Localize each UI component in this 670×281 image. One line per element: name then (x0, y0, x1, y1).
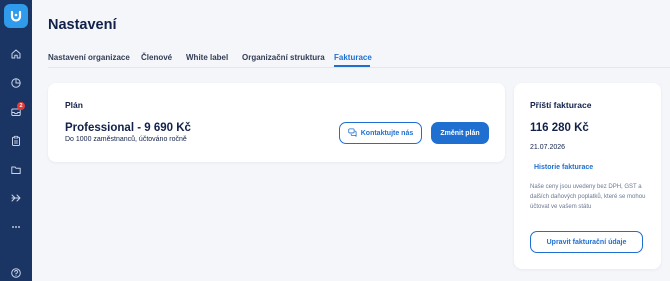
next-billing-amount: 116 280 Kč (530, 122, 589, 134)
tab-organization-settings[interactable]: Nastavení organizace (48, 53, 130, 62)
more-icon[interactable] (9, 220, 23, 234)
tab-members[interactable]: Členové (141, 53, 172, 62)
tab-white-label[interactable]: White label (186, 53, 228, 62)
tab-org-structure[interactable]: Organizační struktura (242, 53, 325, 62)
plan-section-label: Plán (65, 100, 83, 110)
edit-billing-details-button[interactable]: Upravit fakturační údaje (530, 231, 643, 253)
tab-billing[interactable]: Fakturace (334, 53, 372, 62)
contact-us-button[interactable]: Kontaktujte nás (339, 122, 422, 144)
contact-us-label: Kontaktujte nás (360, 129, 414, 137)
billing-history-link[interactable]: Historie fakturace (534, 164, 593, 171)
plan-card: Plán Professional - 9 690 Kč Do 1000 zam… (48, 83, 505, 162)
help-icon[interactable] (9, 266, 23, 280)
page-title: Nastavení (48, 17, 117, 33)
next-billing-title: Příští fakturace (530, 100, 592, 110)
plan-name: Professional - 9 690 Kč (65, 122, 191, 134)
home-icon[interactable] (9, 47, 23, 61)
next-billing-card: Příští fakturace 116 280 Kč 21.07.2026 H… (514, 83, 661, 269)
plan-description: Do 1000 zaměstnanců, účtováno ročně (65, 136, 187, 143)
settings-tabs: Nastavení organizace Členové White label… (48, 53, 670, 67)
chat-icon (348, 127, 357, 139)
tabs-divider (48, 67, 670, 68)
tax-note: Naše ceny jsou uvedeny bez DPH, GST a da… (530, 184, 646, 210)
analytics-icon[interactable] (9, 76, 23, 90)
folder-icon[interactable] (9, 163, 23, 177)
clipboard-icon[interactable] (9, 134, 23, 148)
change-plan-button[interactable]: Změnit plán (431, 122, 489, 144)
send-icon[interactable] (9, 191, 23, 205)
app-logo-icon[interactable] (4, 4, 28, 28)
notification-badge: 2 (17, 102, 25, 110)
sidebar: 2 (0, 0, 32, 281)
next-billing-date: 21.07.2026 (530, 144, 566, 151)
